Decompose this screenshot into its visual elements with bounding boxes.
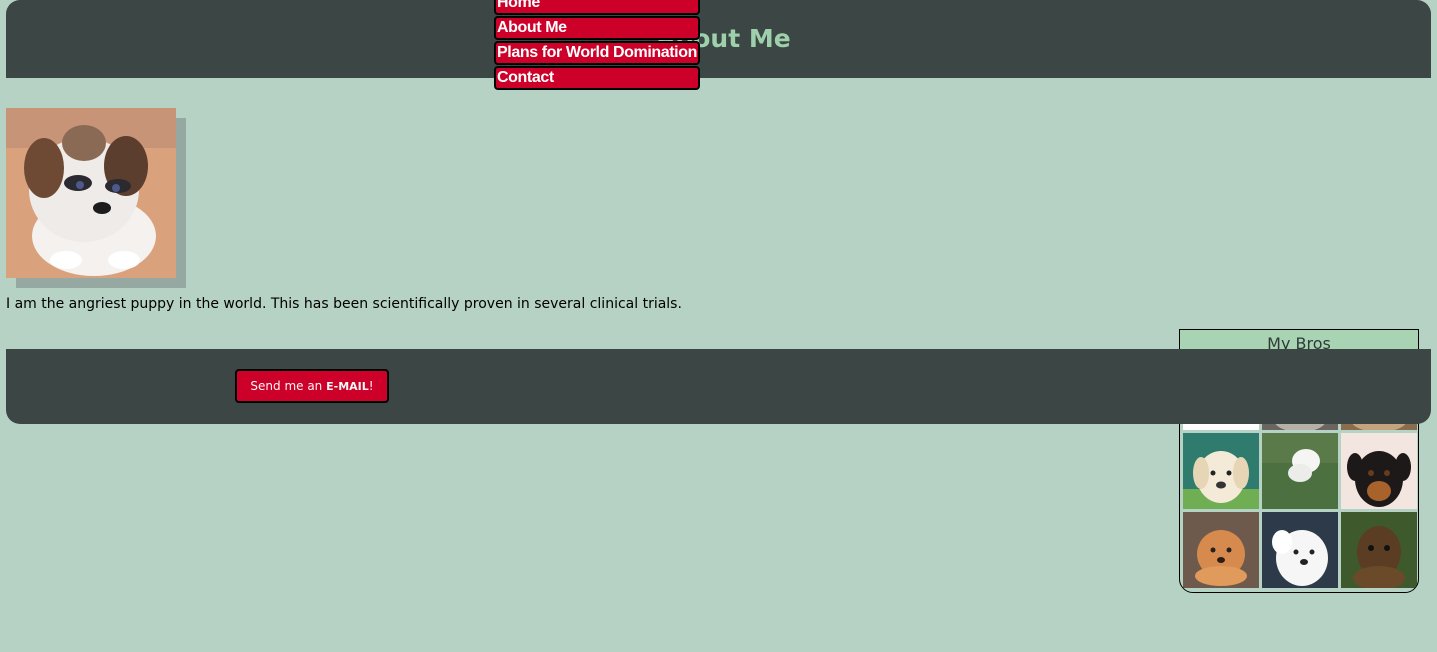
email-button-strong: E-MAIL <box>326 380 369 393</box>
nav-item-contact[interactable]: Contact <box>494 66 700 90</box>
bro-photo[interactable] <box>1183 512 1259 588</box>
bro-photo[interactable] <box>1262 433 1338 509</box>
email-button-suffix: ! <box>368 379 374 393</box>
angry-puppy-photo <box>6 108 176 278</box>
bro-photo[interactable] <box>1341 433 1417 509</box>
bro-photo[interactable] <box>1183 433 1259 509</box>
footer-bar: Send me an E-MAIL! <box>6 349 1431 424</box>
bro-photo[interactable] <box>1341 512 1417 588</box>
bro-photo[interactable] <box>1262 512 1338 588</box>
main-nav: Home About Me Plans for World Domination… <box>494 0 700 91</box>
email-button-prefix: Send me an <box>250 379 327 393</box>
header-bar: About Me <box>6 0 1431 78</box>
nav-item-about-me[interactable]: About Me <box>494 16 700 40</box>
bio-text: I am the angriest puppy in the world. Th… <box>6 296 682 312</box>
email-button[interactable]: Send me an E-MAIL! <box>235 369 389 403</box>
nav-item-home[interactable]: Home <box>494 0 700 15</box>
nav-item-plans-for-world-domination[interactable]: Plans for World Domination <box>494 41 700 65</box>
